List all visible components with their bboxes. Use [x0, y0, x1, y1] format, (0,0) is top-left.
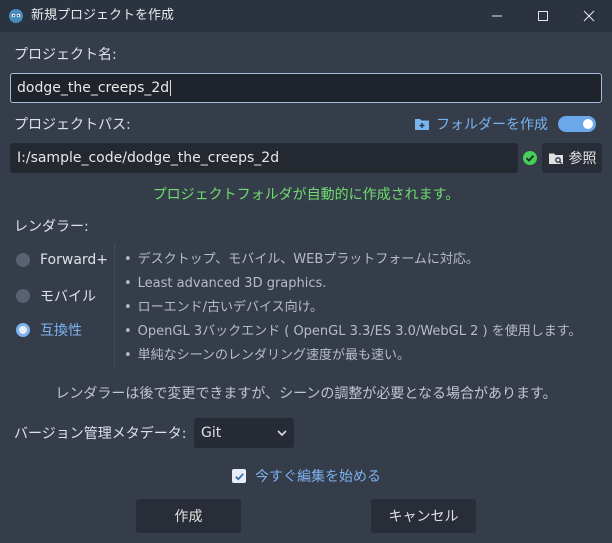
renderer-option-compatibility[interactable]: 互換性: [16, 320, 82, 340]
maximize-icon: [538, 11, 548, 21]
radio-button-checked[interactable]: [16, 323, 30, 337]
renderer-divider: [114, 243, 115, 367]
vcs-select[interactable]: Git: [194, 418, 294, 448]
check-circle-icon: [523, 151, 537, 165]
create-folder-option[interactable]: フォルダーを作成: [414, 115, 548, 133]
minimize-icon: [492, 15, 502, 17]
bullet: •: [124, 252, 132, 267]
renderer-option-label: モバイル: [40, 289, 96, 305]
vcs-selected-value: Git: [201, 425, 222, 441]
chevron-down-icon: [277, 430, 287, 437]
renderer-feature: • Least advanced 3D graphics.: [124, 275, 326, 292]
project-name-input[interactable]: dodge_the_creeps_2d: [10, 73, 602, 103]
title-bar: 新規プロジェクトを作成: [0, 0, 612, 32]
maximize-button[interactable]: [520, 0, 566, 32]
renderer-feature: • ローエンド/古いデバイス向け。: [124, 299, 323, 316]
project-name-value: dodge_the_creeps_2d: [17, 80, 170, 96]
edit-now-option[interactable]: 今すぐ編集を始める: [232, 467, 381, 485]
project-path-value: I:/sample_code/dodge_the_creeps_2d: [17, 150, 280, 166]
feature-text: Least advanced 3D graphics.: [137, 276, 327, 291]
close-button[interactable]: [566, 0, 612, 32]
feature-text: OpenGL 3バックエンド ( OpenGL 3.3/ES 3.0/WebGL…: [137, 324, 582, 339]
path-status-message: プロジェクトフォルダが自動的に作成されます。: [152, 187, 460, 203]
renderer-feature: • 単純なシーンのレンダリング速度が最も速い。: [124, 347, 410, 364]
folder-browse-icon: [548, 153, 563, 164]
vcs-label: バージョン管理メタデータ:: [14, 426, 187, 442]
bullet: •: [124, 324, 132, 339]
renderer-option-label: Forward+: [40, 252, 109, 268]
bullet: •: [124, 300, 132, 315]
folder-add-icon: [415, 119, 429, 130]
renderer-option-forward-plus[interactable]: Forward+: [16, 250, 108, 270]
create-folder-label: フォルダーを作成: [436, 117, 548, 133]
bullet: •: [124, 276, 132, 291]
renderer-feature: • デスクトップ、モバイル、WEBプラットフォームに対応。: [124, 251, 479, 268]
radio-button[interactable]: [16, 289, 30, 303]
create-folder-toggle[interactable]: [558, 116, 596, 132]
minimize-button[interactable]: [474, 0, 520, 32]
bullet: •: [124, 348, 132, 363]
feature-text: デスクトップ、モバイル、WEBプラットフォームに対応。: [137, 252, 479, 267]
renderer-option-label: 互換性: [40, 323, 82, 339]
browse-button[interactable]: 参照: [542, 143, 602, 173]
godot-icon: [9, 9, 23, 23]
feature-text: ローエンド/古いデバイス向け。: [137, 300, 324, 315]
checkbox-checked[interactable]: [232, 469, 246, 483]
cancel-button[interactable]: キャンセル: [371, 499, 476, 533]
close-icon: [583, 10, 595, 22]
renderer-note: レンダラーは後で変更できますが、シーンの調整が必要となる場合があります。: [55, 386, 557, 402]
project-path-input[interactable]: I:/sample_code/dodge_the_creeps_2d: [10, 143, 518, 173]
checkmark-icon: [234, 472, 244, 480]
window-title: 新規プロジェクトを作成: [31, 8, 175, 23]
project-path-label: プロジェクトパス:: [14, 117, 131, 133]
browse-label: 参照: [568, 151, 597, 167]
edit-now-label: 今すぐ編集を始める: [255, 469, 381, 485]
renderer-feature: • OpenGL 3バックエンド ( OpenGL 3.3/ES 3.0/WebG…: [124, 323, 581, 340]
radio-button[interactable]: [16, 253, 30, 267]
create-button[interactable]: 作成: [136, 499, 241, 533]
renderer-option-mobile[interactable]: モバイル: [16, 286, 96, 306]
toggle-knob: [583, 119, 593, 129]
project-name-label: プロジェクト名:: [14, 47, 117, 63]
text-caret: [170, 80, 172, 96]
feature-text: 単純なシーンのレンダリング速度が最も速い。: [137, 348, 411, 363]
renderer-label: レンダラー:: [14, 219, 89, 235]
